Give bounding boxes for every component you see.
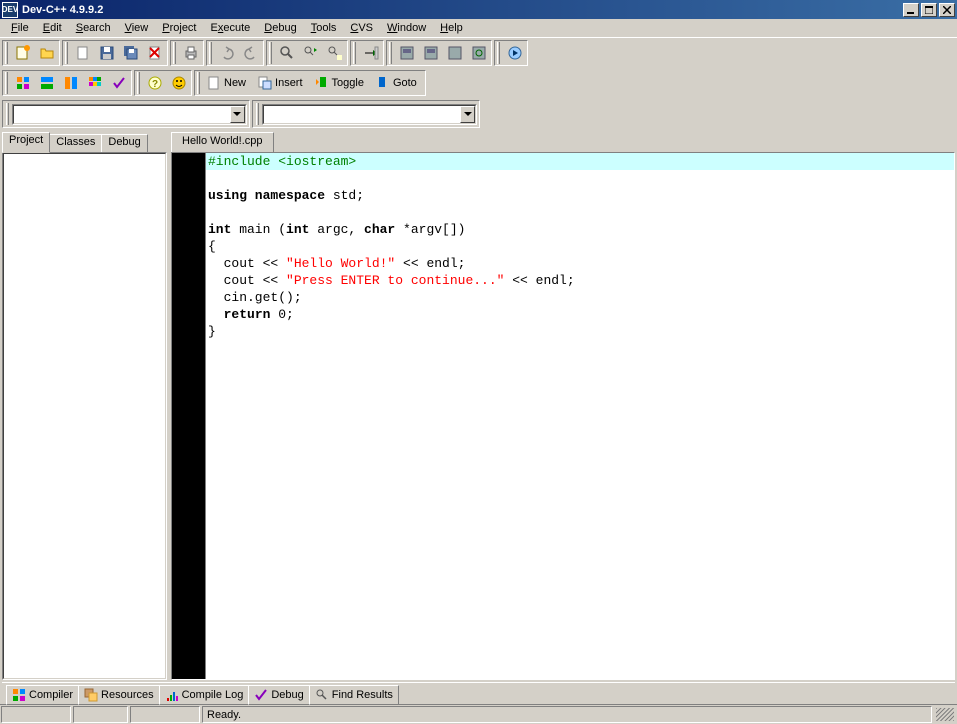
- menu-project[interactable]: Project: [155, 20, 203, 36]
- bookmark-toggle-icon: [314, 75, 330, 91]
- member-combo-input[interactable]: [264, 106, 460, 123]
- status-cell-2: [73, 706, 128, 723]
- tab-compile-log[interactable]: Compile Log: [159, 685, 250, 705]
- compile-run-icon[interactable]: [443, 42, 466, 64]
- menu-window[interactable]: Window: [380, 20, 433, 36]
- find-results-icon: [315, 688, 329, 702]
- tab-resources[interactable]: Resources: [78, 685, 160, 705]
- debug-start-icon[interactable]: [503, 42, 526, 64]
- menu-bar: File Edit Search View Project Execute De…: [0, 19, 957, 38]
- status-ready: Ready.: [202, 706, 932, 723]
- new-label: New: [224, 77, 246, 89]
- tile-vert-icon[interactable]: [59, 72, 82, 94]
- status-cell-1: [1, 706, 71, 723]
- main-area: Project Classes Debug Hello World!.cpp #…: [2, 132, 955, 680]
- menu-search[interactable]: Search: [69, 20, 118, 36]
- editor-body: #include <iostream> using namespace std;…: [171, 152, 955, 680]
- insert-icon: [257, 75, 273, 91]
- save-icon[interactable]: [95, 42, 118, 64]
- toolbar-combos: [0, 98, 957, 130]
- tab-project[interactable]: Project: [2, 132, 50, 153]
- menu-debug[interactable]: Debug: [257, 20, 303, 36]
- maximize-button[interactable]: [921, 3, 937, 17]
- code-editor[interactable]: #include <iostream> using namespace std;…: [206, 153, 954, 679]
- menu-edit[interactable]: Edit: [36, 20, 69, 36]
- insert-label: Insert: [275, 77, 303, 89]
- goto-button[interactable]: Goto: [372, 72, 424, 94]
- editor-tab-active[interactable]: Hello World!.cpp: [171, 132, 274, 152]
- app-icon: DEV: [2, 2, 18, 18]
- new-project-icon[interactable]: [11, 42, 34, 64]
- menu-file[interactable]: File: [4, 20, 36, 36]
- toggle-label: Toggle: [332, 77, 364, 89]
- editor-tabs: Hello World!.cpp: [171, 132, 955, 152]
- tab-debug-bottom[interactable]: Debug: [248, 685, 309, 705]
- document-icon: [206, 75, 222, 91]
- rebuild-icon[interactable]: [467, 42, 490, 64]
- menu-execute[interactable]: Execute: [204, 20, 258, 36]
- tab-compiler[interactable]: Compiler: [6, 685, 79, 705]
- new-button[interactable]: New: [203, 72, 253, 94]
- minimize-button[interactable]: [903, 3, 919, 17]
- bottom-tabs: Compiler Resources Compile Log Debug Fin…: [2, 682, 955, 704]
- title-bar: DEV Dev-C++ 4.9.9.2: [0, 0, 957, 19]
- run-icon[interactable]: [419, 42, 442, 64]
- undo-icon[interactable]: [215, 42, 238, 64]
- member-combo[interactable]: [262, 104, 477, 125]
- tile-horiz-icon[interactable]: [35, 72, 58, 94]
- find-icon[interactable]: [275, 42, 298, 64]
- save-all-icon[interactable]: [119, 42, 142, 64]
- left-panel: Project Classes Debug: [2, 132, 167, 680]
- insert-button[interactable]: Insert: [254, 72, 310, 94]
- resize-grip[interactable]: [936, 708, 954, 721]
- status-cell-3: [130, 706, 200, 723]
- bookmark-goto-icon: [375, 75, 391, 91]
- replace-icon[interactable]: [299, 42, 322, 64]
- tab-classes[interactable]: Classes: [49, 134, 102, 154]
- menu-help[interactable]: Help: [433, 20, 470, 36]
- menu-view[interactable]: View: [118, 20, 156, 36]
- dropdown-icon[interactable]: [230, 106, 245, 123]
- project-tree[interactable]: [2, 152, 167, 680]
- help-icon[interactable]: ?: [143, 72, 166, 94]
- status-bar: Ready.: [0, 704, 957, 724]
- new-file-icon[interactable]: [71, 42, 94, 64]
- tile-grid-icon[interactable]: [11, 72, 34, 94]
- editor-gutter: [172, 153, 206, 679]
- open-icon[interactable]: [35, 42, 58, 64]
- check-icon[interactable]: [107, 72, 130, 94]
- menu-tools[interactable]: Tools: [304, 20, 344, 36]
- tab-debug[interactable]: Debug: [101, 134, 147, 154]
- compile-icon[interactable]: [395, 42, 418, 64]
- window-title: Dev-C++ 4.9.9.2: [22, 4, 103, 16]
- log-icon: [165, 688, 179, 702]
- editor-panel: Hello World!.cpp #include <iostream> usi…: [171, 132, 955, 680]
- find-next-icon[interactable]: [323, 42, 346, 64]
- compiler-icon: [12, 688, 26, 702]
- about-icon[interactable]: [167, 72, 190, 94]
- menu-cvs[interactable]: CVS: [343, 20, 380, 36]
- toolbar-secondary: ? New Insert Toggle Goto: [0, 68, 957, 98]
- close-button[interactable]: [939, 3, 955, 17]
- debug-tab-icon: [254, 688, 268, 702]
- left-tabs: Project Classes Debug: [2, 132, 167, 152]
- cascade-icon[interactable]: [83, 72, 106, 94]
- class-combo[interactable]: [12, 104, 247, 125]
- toggle-button[interactable]: Toggle: [311, 72, 371, 94]
- print-icon[interactable]: [179, 42, 202, 64]
- goto-line-icon[interactable]: [359, 42, 382, 64]
- svg-text:?: ?: [151, 79, 157, 90]
- class-combo-input[interactable]: [14, 106, 230, 123]
- resources-icon: [84, 688, 98, 702]
- goto-label: Goto: [393, 77, 417, 89]
- dropdown-icon[interactable]: [460, 106, 475, 123]
- toolbar-main: [0, 38, 957, 68]
- tab-find-results[interactable]: Find Results: [309, 685, 399, 705]
- redo-icon[interactable]: [239, 42, 262, 64]
- close-file-icon[interactable]: [143, 42, 166, 64]
